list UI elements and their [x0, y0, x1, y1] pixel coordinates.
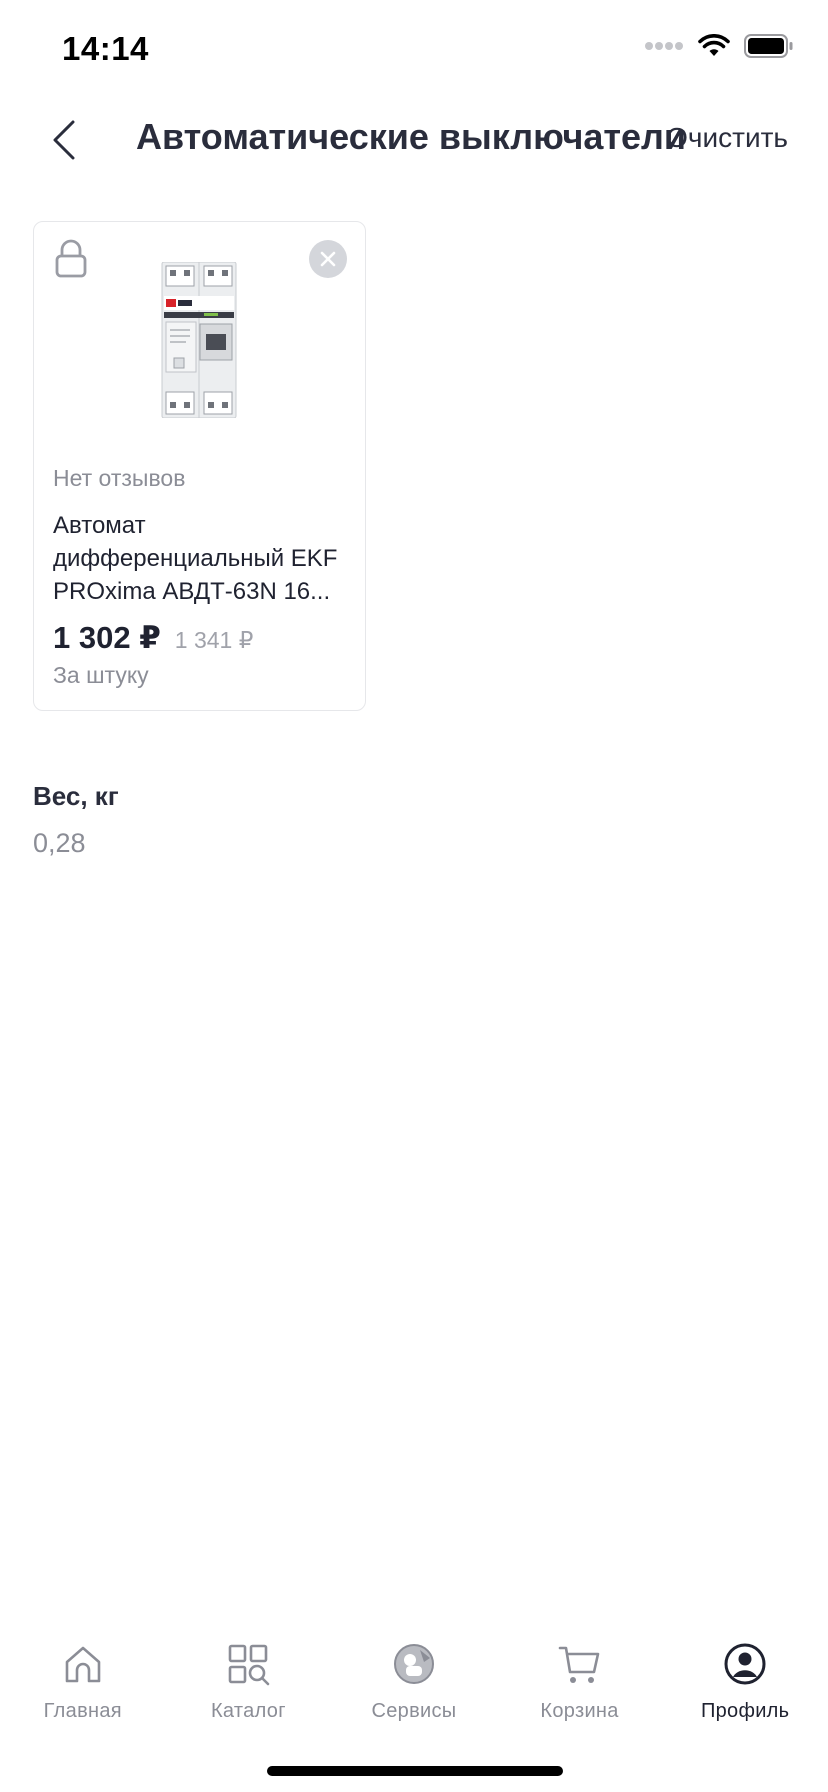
home-icon: [65, 1646, 101, 1683]
reviews-label: Нет отзывов: [53, 465, 186, 491]
product-name-line: дифференциальный EKF: [53, 545, 338, 572]
status-icons: [644, 34, 794, 58]
tab-label: Каталог: [210, 1700, 286, 1722]
product-name-line: Автомат: [53, 512, 146, 539]
profile-icon: [724, 1643, 766, 1685]
attribute-label: Вес, кг: [33, 781, 119, 811]
home-indicator: [267, 1766, 563, 1776]
product-image[interactable]: [160, 262, 238, 418]
signal-icon: [645, 42, 683, 50]
tab-bar: Главная Каталог Сервисы Корзина Профиль: [0, 1620, 828, 1730]
battery-icon: [744, 34, 793, 58]
catalog-icon: [229, 1644, 270, 1686]
product-name-line: PROxima АВДТ-63N 16...: [53, 578, 331, 605]
back-button[interactable]: [40, 114, 88, 166]
price-unit: За штуку: [53, 662, 149, 688]
tab-label: Сервисы: [371, 1700, 457, 1722]
current-price: 1 302 ₽: [53, 620, 161, 655]
remove-from-compare-button[interactable]: [309, 240, 347, 278]
attribute-value: 0,28: [33, 828, 86, 858]
status-bar: 14:14: [0, 0, 828, 100]
tab-catalog[interactable]: Каталог: [166, 1620, 332, 1730]
tab-home[interactable]: Главная: [0, 1620, 166, 1730]
tab-profile[interactable]: Профиль: [662, 1620, 828, 1730]
chevron-left-icon: [53, 120, 75, 160]
tab-cart[interactable]: Корзина: [497, 1620, 663, 1730]
tab-label: Профиль: [700, 1700, 790, 1722]
price-row: 1 302 ₽ 1 341 ₽: [53, 620, 253, 656]
close-icon: [320, 251, 336, 267]
lock-icon[interactable]: [54, 238, 88, 278]
tab-label: Корзина: [540, 1700, 619, 1722]
screen: 14:14 Автоматические выключатели Очистит…: [0, 0, 828, 1792]
old-price: 1 341 ₽: [174, 627, 254, 653]
cart-icon: [558, 1646, 599, 1683]
product-card[interactable]: Нет отзывов Автомат дифференциальный EKF…: [33, 221, 366, 711]
clear-button[interactable]: Очистить: [666, 122, 788, 154]
page-title: Автоматические выключатели: [136, 116, 687, 157]
product-name[interactable]: Автомат дифференциальный EKF PROxima АВД…: [53, 509, 353, 608]
wifi-icon: [698, 34, 730, 56]
status-time: 14:14: [62, 30, 149, 67]
nav-bar: Автоматические выключатели Очистить: [0, 100, 828, 180]
services-icon: [393, 1644, 434, 1684]
tab-label: Главная: [43, 1700, 122, 1722]
tab-services[interactable]: Сервисы: [331, 1620, 497, 1730]
